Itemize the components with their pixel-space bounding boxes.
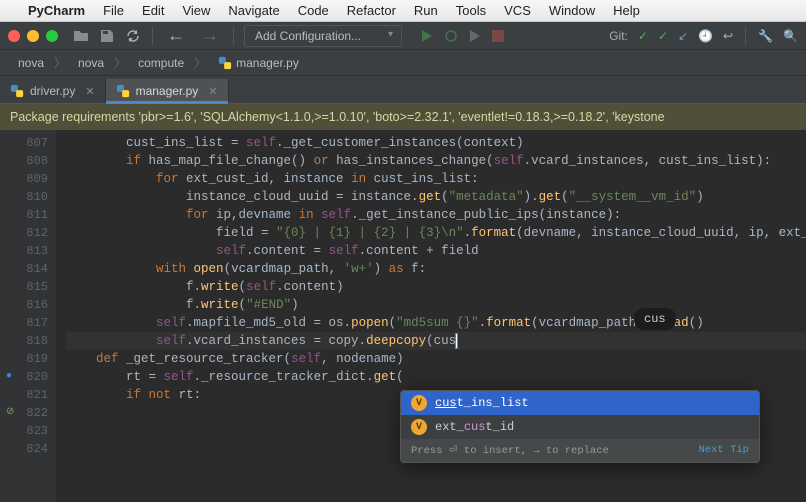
window-close-button[interactable] — [8, 30, 20, 42]
git-toolbar: Git: ✓ ✓ ↙ 🕘 ↩ 🔧 🔍 — [609, 27, 798, 45]
menu-view[interactable]: View — [182, 3, 210, 18]
completion-prefix-hint: cus — [634, 308, 676, 330]
autocomplete-item[interactable]: V cust_ins_list — [401, 391, 759, 415]
breadcrumb-item[interactable]: manager.py — [212, 56, 305, 70]
menu-navigate[interactable]: Navigate — [228, 3, 279, 18]
python-file-icon — [116, 84, 130, 98]
ide-settings-icon[interactable]: 🔧 — [758, 29, 773, 43]
variable-badge-icon: V — [411, 395, 427, 411]
git-label: Git: — [609, 29, 628, 43]
stop-button-icon[interactable] — [492, 30, 504, 42]
autocomplete-popup[interactable]: V cust_ins_list V ext_cust_id Press ⏎ to… — [400, 390, 760, 463]
menu-refactor[interactable]: Refactor — [347, 3, 396, 18]
window-controls — [8, 30, 58, 42]
search-everywhere-icon[interactable]: 🔍 — [783, 29, 798, 43]
autocomplete-footer: Press ⏎ to insert, → to replace Next Tip — [401, 439, 759, 462]
window-minimize-button[interactable] — [27, 30, 39, 42]
menu-tools[interactable]: Tools — [456, 3, 486, 18]
breadcrumb-item[interactable]: nova〉 — [72, 54, 132, 71]
tab-label: manager.py — [136, 84, 199, 98]
git-push-icon[interactable]: ✓ — [658, 29, 668, 43]
window-maximize-button[interactable] — [46, 30, 58, 42]
tab-close-icon[interactable]: ✕ — [208, 85, 217, 98]
macos-menubar: PyCharm File Edit View Navigate Code Ref… — [0, 0, 806, 22]
editor-tab[interactable]: manager.py ✕ — [106, 79, 229, 103]
navigation-breadcrumbs: nova〉 nova〉 compute〉 manager.py — [0, 50, 806, 76]
git-update-icon[interactable]: ↙ — [678, 29, 688, 43]
app-name[interactable]: PyCharm — [28, 3, 85, 18]
nav-back-button[interactable]: ← — [163, 25, 189, 46]
run-configuration-select[interactable]: Add Configuration... — [244, 25, 402, 47]
run-coverage-icon[interactable] — [468, 29, 482, 43]
menu-run[interactable]: Run — [414, 3, 438, 18]
menu-vcs[interactable]: VCS — [504, 3, 531, 18]
debug-button-icon[interactable] — [444, 29, 458, 43]
git-revert-icon[interactable]: ↩ — [723, 29, 733, 43]
tab-close-icon[interactable]: ✕ — [85, 85, 94, 98]
menu-help[interactable]: Help — [613, 3, 640, 18]
save-all-icon[interactable] — [98, 27, 116, 45]
run-button-icon[interactable] — [420, 29, 434, 43]
sync-icon[interactable] — [124, 27, 142, 45]
menu-edit[interactable]: Edit — [142, 3, 164, 18]
main-toolbar: ← → Add Configuration... Git: ✓ ✓ ↙ 🕘 ↩ … — [0, 22, 806, 50]
open-icon[interactable] — [72, 27, 90, 45]
python-file-icon — [10, 84, 24, 98]
code-editor[interactable]: 8078088098108118128138148158168178188198… — [0, 130, 806, 502]
menu-code[interactable]: Code — [298, 3, 329, 18]
nav-forward-button[interactable]: → — [197, 25, 223, 46]
editor-tabs: driver.py ✕ manager.py ✕ — [0, 76, 806, 104]
tab-label: driver.py — [30, 84, 75, 98]
git-history-icon[interactable]: 🕘 — [698, 29, 713, 43]
package-requirements-banner[interactable]: Package requirements 'pbr>=1.6', 'SQLAlc… — [0, 104, 806, 130]
breadcrumb-item[interactable]: nova〉 — [12, 54, 72, 71]
editor-tab[interactable]: driver.py ✕ — [0, 79, 106, 103]
menu-file[interactable]: File — [103, 3, 124, 18]
next-tip-link[interactable]: Next Tip — [699, 444, 749, 457]
python-file-icon — [218, 56, 232, 70]
autocomplete-item[interactable]: V ext_cust_id — [401, 415, 759, 439]
git-commit-icon[interactable]: ✓ — [638, 29, 648, 43]
line-number-gutter: 8078088098108118128138148158168178188198… — [0, 130, 56, 502]
menu-window[interactable]: Window — [549, 3, 595, 18]
variable-badge-icon: V — [411, 419, 427, 435]
breadcrumb-item[interactable]: compute〉 — [132, 54, 212, 71]
